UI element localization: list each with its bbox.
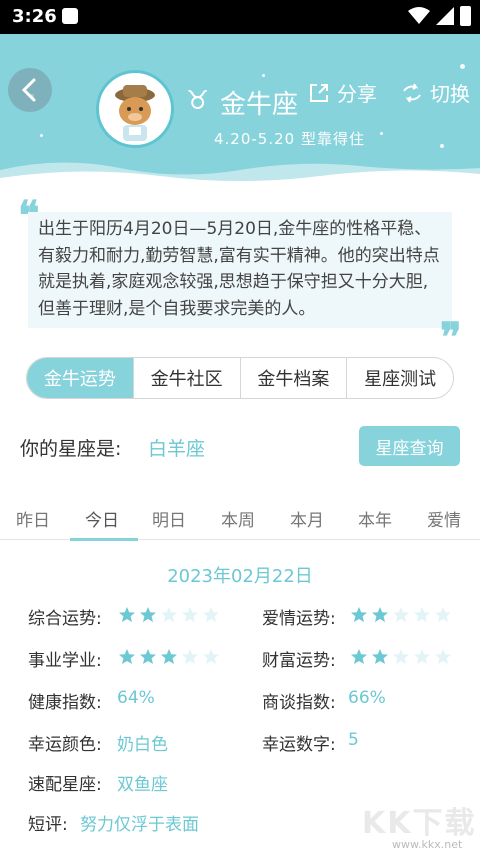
star-empty-icon bbox=[393, 649, 409, 664]
section-tabs: 金牛运势 金牛社区 金牛档案 星座测试 bbox=[26, 357, 454, 399]
share-icon bbox=[310, 83, 328, 102]
match-value: 双鱼座 bbox=[117, 775, 168, 795]
negotiation-label: 商谈指数: bbox=[262, 693, 336, 713]
decor-dot bbox=[262, 74, 265, 77]
health-value: 64% bbox=[117, 688, 155, 708]
star-filled-icon bbox=[372, 649, 388, 664]
star-filled-icon bbox=[351, 649, 367, 664]
health-label: 健康指数: bbox=[28, 693, 102, 713]
love-stars bbox=[350, 606, 452, 623]
my-sign-label: 你的星座是: bbox=[20, 438, 122, 460]
chevron-left-icon bbox=[21, 78, 36, 102]
comment-value: 努力仅浮于表面 bbox=[80, 815, 199, 835]
overall-stars bbox=[118, 606, 220, 623]
match-label: 速配星座: bbox=[28, 775, 102, 795]
star-filled-icon bbox=[140, 649, 156, 664]
star-filled-icon bbox=[119, 607, 135, 622]
lucky-number-label: 幸运数字: bbox=[262, 735, 336, 755]
sign-date-range: 4.20-5.20 型靠得住 bbox=[214, 130, 365, 148]
star-empty-icon bbox=[182, 607, 198, 622]
star-empty-icon bbox=[414, 607, 430, 622]
tab-test[interactable]: 星座测试 bbox=[347, 358, 453, 398]
sign-name: 金牛座 bbox=[220, 90, 299, 120]
bull-mascot-icon bbox=[115, 85, 155, 141]
watermark-logo: KK下载 bbox=[362, 806, 477, 841]
star-empty-icon bbox=[435, 607, 451, 622]
wifi-icon bbox=[408, 7, 430, 24]
star-empty-icon bbox=[161, 607, 177, 622]
career-label: 事业学业: bbox=[28, 651, 102, 671]
day-tab-week[interactable]: 本周 bbox=[221, 506, 255, 531]
love-label: 爱情运势: bbox=[262, 609, 336, 629]
share-button[interactable]: 分享 bbox=[307, 78, 377, 107]
sign-query-button[interactable]: 星座查询 bbox=[359, 426, 460, 466]
overall-label: 综合运势: bbox=[28, 609, 102, 629]
star-filled-icon bbox=[351, 607, 367, 622]
star-empty-icon bbox=[203, 649, 219, 664]
tab-fortune[interactable]: 金牛运势 bbox=[27, 358, 134, 398]
fortune-date: 2023年02月22日 bbox=[167, 566, 313, 587]
signal-icon bbox=[436, 7, 454, 25]
my-sign-value[interactable]: 白羊座 bbox=[148, 434, 205, 461]
notification-icon bbox=[62, 8, 78, 24]
active-day-indicator bbox=[70, 538, 138, 541]
day-tab-love[interactable]: 爱情 bbox=[427, 506, 461, 531]
tab-community[interactable]: 金牛社区 bbox=[134, 358, 241, 398]
negotiation-value: 66% bbox=[348, 688, 386, 708]
star-empty-icon bbox=[435, 649, 451, 664]
taurus-glyph-icon: ♉ bbox=[186, 86, 210, 116]
wealth-stars bbox=[350, 648, 452, 665]
star-filled-icon bbox=[119, 649, 135, 664]
day-tabs: 昨日 今日 明日 本周 本月 本年 爱情 bbox=[0, 498, 480, 540]
lucky-color-value: 奶白色 bbox=[117, 735, 168, 755]
avatar bbox=[96, 70, 174, 148]
lucky-color-label: 幸运颜色: bbox=[28, 735, 102, 755]
header: ♉ 金牛座 4.20-5.20 型靠得住 分享 切换 bbox=[0, 34, 480, 188]
career-stars bbox=[118, 648, 220, 665]
star-empty-icon bbox=[393, 607, 409, 622]
decor-dot bbox=[40, 134, 43, 137]
star-empty-icon bbox=[203, 607, 219, 622]
switch-label: 切换 bbox=[430, 82, 470, 106]
star-filled-icon bbox=[161, 649, 177, 664]
status-time: 3:26 bbox=[12, 6, 57, 27]
star-empty-icon bbox=[414, 649, 430, 664]
star-empty-icon bbox=[182, 649, 198, 664]
day-tab-today[interactable]: 今日 bbox=[85, 506, 119, 531]
comment-label: 短评: bbox=[28, 815, 68, 835]
sign-description: 出生于阳历4月20日—5月20日,金牛座的性格平稳、有毅力和耐力,勤劳智慧,富有… bbox=[28, 212, 452, 328]
day-tab-year[interactable]: 本年 bbox=[358, 506, 392, 531]
star-filled-icon bbox=[140, 607, 156, 622]
battery-icon bbox=[460, 6, 471, 26]
share-label: 分享 bbox=[337, 82, 377, 106]
switch-icon bbox=[403, 82, 421, 103]
lucky-number-value: 5 bbox=[348, 730, 359, 750]
status-bar: 3:26 bbox=[0, 0, 480, 34]
day-tab-yesterday[interactable]: 昨日 bbox=[16, 506, 50, 531]
watermark-url: www.kkx.net bbox=[392, 838, 463, 851]
wealth-label: 财富运势: bbox=[262, 651, 336, 671]
day-tab-month[interactable]: 本月 bbox=[290, 506, 324, 531]
header-wave bbox=[0, 162, 480, 188]
back-button[interactable] bbox=[8, 68, 52, 112]
star-filled-icon bbox=[372, 607, 388, 622]
quote-close-icon: ❞ bbox=[440, 314, 462, 361]
tab-profile[interactable]: 金牛档案 bbox=[241, 358, 348, 398]
decor-dot bbox=[460, 64, 465, 69]
decor-dot bbox=[380, 132, 383, 135]
switch-button[interactable]: 切换 bbox=[400, 78, 470, 107]
day-tab-tomorrow[interactable]: 明日 bbox=[152, 506, 186, 531]
